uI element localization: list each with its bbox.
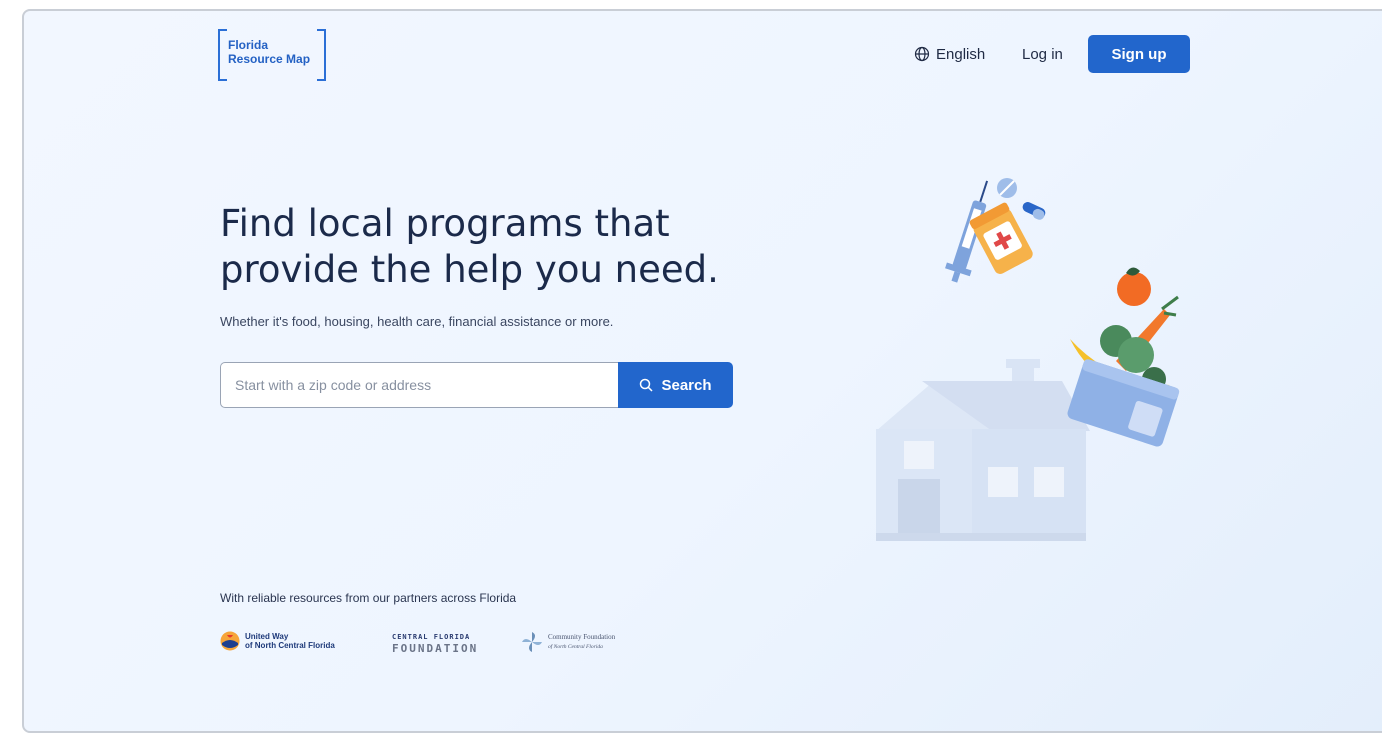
hero-illustration	[876, 178, 1180, 541]
united-way-name: United Way of North Central Florida	[245, 632, 335, 650]
logo-bracket-right	[317, 29, 326, 81]
logo-line-2: Resource Map	[228, 52, 311, 66]
cff-line-1: CENTRAL FLORIDA	[392, 633, 471, 641]
cff-line-2: FOUNDATION	[392, 642, 479, 655]
united-way-emblem-icon	[220, 631, 240, 651]
logo-line-1: Florida	[228, 38, 269, 52]
language-label: English	[936, 45, 986, 63]
cf-line-1: Community Foundation	[548, 632, 616, 641]
united-way-logo[interactable]: United Way of North Central Florida	[220, 631, 335, 651]
search-icon	[640, 378, 653, 392]
hero-subheadline: Whether it's food, housing, health care,…	[220, 314, 614, 329]
united-way-line-1: United Way	[245, 632, 289, 641]
logo-text: Florida Resource Map	[228, 38, 310, 66]
united-way-line-2: of North Central Florida	[245, 641, 335, 650]
globe-icon	[914, 46, 930, 62]
cf-line-2: of North Central Florida	[548, 642, 615, 652]
search-button[interactable]: Search	[618, 362, 733, 408]
location-search-input[interactable]	[220, 362, 618, 408]
medicine-illustration	[945, 178, 1046, 283]
logo-bracket-left	[218, 29, 227, 81]
hero-headline: Find local programs that provide the hel…	[220, 202, 719, 291]
produce-basket-illustration	[1067, 267, 1180, 447]
central-florida-foundation-logo[interactable]: CENTRAL FLORIDA FOUNDATION	[392, 633, 478, 655]
community-foundation-logo[interactable]: Community Foundation of North Central Fl…	[521, 631, 615, 653]
site-logo[interactable]: Florida Resource Map	[218, 29, 326, 81]
search-button-label: Search	[661, 376, 712, 394]
language-selector[interactable]: English	[914, 35, 985, 73]
page-frame: Florida Resource Map English Log in Sign…	[22, 9, 1382, 733]
community-foundation-name: Community Foundation of North Central Fl…	[548, 633, 615, 652]
login-link[interactable]: Log in	[1022, 35, 1063, 73]
signup-button[interactable]: Sign up	[1088, 35, 1190, 73]
cf-line-2-text: of North Central Florida	[548, 643, 603, 650]
house-illustration	[876, 359, 1090, 541]
pinwheel-icon	[522, 632, 542, 652]
partners-label: With reliable resources from our partner…	[220, 591, 517, 605]
